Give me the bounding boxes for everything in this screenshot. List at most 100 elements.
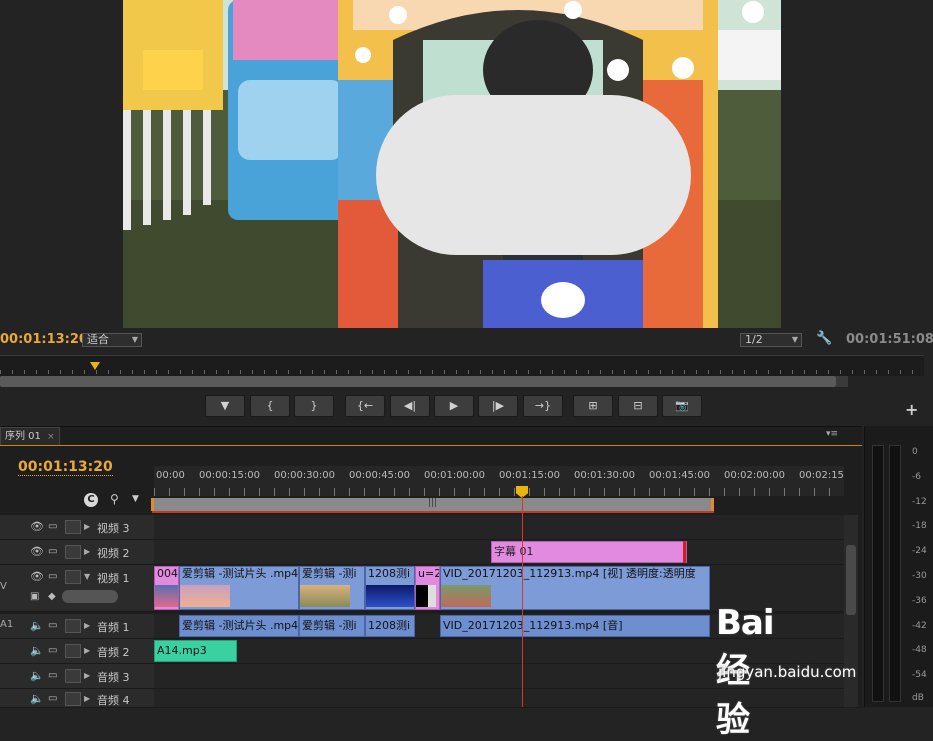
source-track-label-a1[interactable]: A1 <box>0 619 13 630</box>
db-scale-label: -6 <box>912 472 921 482</box>
mark-in-button[interactable]: { <box>250 395 290 417</box>
speaker-icon[interactable]: 🔈 <box>30 644 44 657</box>
add-button-icon[interactable]: + <box>905 400 918 419</box>
eye-icon[interactable]: 👁 <box>30 545 44 558</box>
db-unit-label: dB <box>912 693 924 703</box>
clip-label: VID_20171203_112913.mp4 [音] <box>443 619 623 632</box>
track-name: 音频 4 <box>97 694 130 707</box>
timeline-clip-audio[interactable]: 爱剪辑 -测i <box>299 615 365 637</box>
export-frame-button[interactable]: 📷 <box>662 395 702 417</box>
add-marker-button[interactable]: ▼ <box>205 395 245 417</box>
play-button[interactable]: ▶ <box>434 395 474 417</box>
tab-sequence-01[interactable]: 序列 01 × <box>0 427 60 446</box>
expand-triangle-icon[interactable]: ▶ <box>84 671 90 680</box>
film-icon[interactable]: ▭ <box>48 546 57 557</box>
timeline-clip-video[interactable]: 爱剪辑 -测试片头 .mp4 <box>179 566 299 610</box>
timeline-clip-title[interactable]: 字幕 01 <box>491 541 687 563</box>
tab-label: 序列 01 <box>5 431 41 442</box>
speaker-icon[interactable]: 🔈 <box>30 619 44 632</box>
clip-thumbnail <box>300 585 350 607</box>
track-lock-toggle[interactable] <box>65 669 81 683</box>
track-lock-toggle[interactable] <box>65 644 81 658</box>
track-header-audio-4[interactable]: 🔈 ▭ ▶ 音频 4 <box>0 689 154 708</box>
track-lock-toggle[interactable] <box>65 619 81 633</box>
settings-wrench-icon[interactable]: 🔧 <box>816 331 832 346</box>
clip-label: 1208测i <box>368 567 411 580</box>
monitor-zoom-scrollbar[interactable] <box>0 376 836 387</box>
speaker-icon[interactable]: 🔈 <box>30 692 44 705</box>
work-area-grip: ||| <box>428 498 438 508</box>
track-lock-toggle[interactable] <box>65 545 81 559</box>
work-area-end-handle[interactable] <box>711 498 714 511</box>
expand-triangle-icon[interactable]: ▶ <box>84 694 90 703</box>
track-header-video-1[interactable]: V 👁 ▭ ▼ 视频 1 ▣ ◆ <box>0 565 154 612</box>
keyframe-navigator[interactable] <box>62 590 118 603</box>
track-header-video-2[interactable]: 👁 ▭ ▶ 视频 2 <box>0 540 154 565</box>
close-icon[interactable]: × <box>47 432 55 442</box>
monitor-time-ruler[interactable] <box>0 355 924 376</box>
current-timecode[interactable]: 00:01:13:20 <box>0 332 88 347</box>
track-header-video-3[interactable]: 👁 ▭ ▶ 视频 3 <box>0 515 154 540</box>
keyframe-icon[interactable]: ◆ <box>48 591 56 602</box>
timeline-clip-video[interactable]: 004 <box>154 566 179 610</box>
timeline-clip-audio[interactable]: VID_20171203_112913.mp4 [音] <box>440 615 710 637</box>
render-status-bar <box>152 511 714 513</box>
timeline-clip-video[interactable]: VID_20171203_112913.mp4 [视] 透明度:透明度 <box>440 566 710 610</box>
go-to-out-button[interactable]: →} <box>523 395 563 417</box>
track-lock-toggle[interactable] <box>65 570 81 584</box>
track-lock-toggle[interactable] <box>65 520 81 534</box>
step-forward-button[interactable]: |▶ <box>478 395 518 417</box>
timeline-clip-video[interactable]: 爱剪辑 -测i <box>299 566 365 610</box>
db-scale-label: -36 <box>912 596 927 606</box>
monitor-playhead[interactable] <box>90 362 100 370</box>
sync-icon[interactable]: ▭ <box>48 620 57 631</box>
source-track-label-v[interactable]: V <box>0 581 7 592</box>
ruler-tick-marks <box>154 488 844 496</box>
playback-resolution-select[interactable]: 1/2 ▼ <box>740 333 802 347</box>
step-back-button[interactable]: ◀| <box>390 395 430 417</box>
expand-triangle-icon[interactable]: ▶ <box>84 646 90 655</box>
expand-triangle-icon[interactable]: ▶ <box>84 547 90 556</box>
track-lock-toggle[interactable] <box>65 692 81 706</box>
zoom-fit-value: 适合 <box>87 333 109 346</box>
track-name: 音频 3 <box>97 671 130 684</box>
expand-triangle-icon[interactable]: ▶ <box>84 621 90 630</box>
track-header-audio-2[interactable]: 🔈 ▭ ▶ 音频 2 <box>0 639 154 664</box>
speaker-icon[interactable]: 🔈 <box>30 669 44 682</box>
sync-icon[interactable]: ▭ <box>48 693 57 704</box>
marker-dropdown-icon[interactable]: ▼ <box>132 494 139 504</box>
clip-label: 爱剪辑 -测试片头 .mp4 <box>182 567 299 580</box>
snap-icon[interactable]: C <box>84 493 98 507</box>
set-marker-icon[interactable]: ⚲ <box>110 492 119 506</box>
film-icon[interactable]: ▭ <box>48 521 57 532</box>
timeline-clip-audio[interactable]: 爱剪辑 -测试片头 .mp4 <box>179 615 299 637</box>
collapse-triangle-icon[interactable]: ▼ <box>84 572 90 581</box>
sync-icon[interactable]: ▭ <box>48 670 57 681</box>
mark-out-button[interactable]: } <box>294 395 334 417</box>
sync-icon[interactable]: ▭ <box>48 645 57 656</box>
zoom-scrollbar-handle[interactable] <box>836 376 848 387</box>
lift-button[interactable]: ⊞ <box>573 395 613 417</box>
eye-icon[interactable]: 👁 <box>30 520 44 533</box>
display-style-icon[interactable]: ▣ <box>30 591 39 602</box>
go-to-in-button[interactable]: {← <box>345 395 385 417</box>
work-area-start-handle[interactable] <box>151 498 154 511</box>
track-header-audio-1[interactable]: A1 🔈 ▭ ▶ 音频 1 <box>0 614 154 639</box>
clip-label: 爱剪辑 -测i <box>302 619 357 632</box>
panel-menu-icon[interactable]: ▾≡ <box>826 429 838 439</box>
timeline-clip-audio[interactable]: 1208测i <box>365 615 415 637</box>
track-lane-video-3[interactable] <box>154 515 844 540</box>
timeline-clip-audio[interactable]: A14.mp3 <box>154 640 237 662</box>
timeline-clip-video[interactable]: u=2 <box>415 566 440 610</box>
extract-button[interactable]: ⊟ <box>618 395 658 417</box>
timeline-timecode[interactable]: 00:01:13:20 <box>18 459 113 476</box>
scrollbar-thumb[interactable] <box>846 545 856 615</box>
work-area-bar[interactable]: ||| <box>152 498 714 511</box>
eye-icon[interactable]: 👁 <box>30 570 44 583</box>
timeline-clip-video[interactable]: 1208测i <box>365 566 415 610</box>
track-header-audio-3[interactable]: 🔈 ▭ ▶ 音频 3 <box>0 664 154 689</box>
expand-triangle-icon[interactable]: ▶ <box>84 522 90 531</box>
film-icon[interactable]: ▭ <box>48 571 57 582</box>
zoom-fit-select[interactable]: 适合 ▼ <box>82 333 142 347</box>
clip-thumbnail <box>441 585 491 607</box>
